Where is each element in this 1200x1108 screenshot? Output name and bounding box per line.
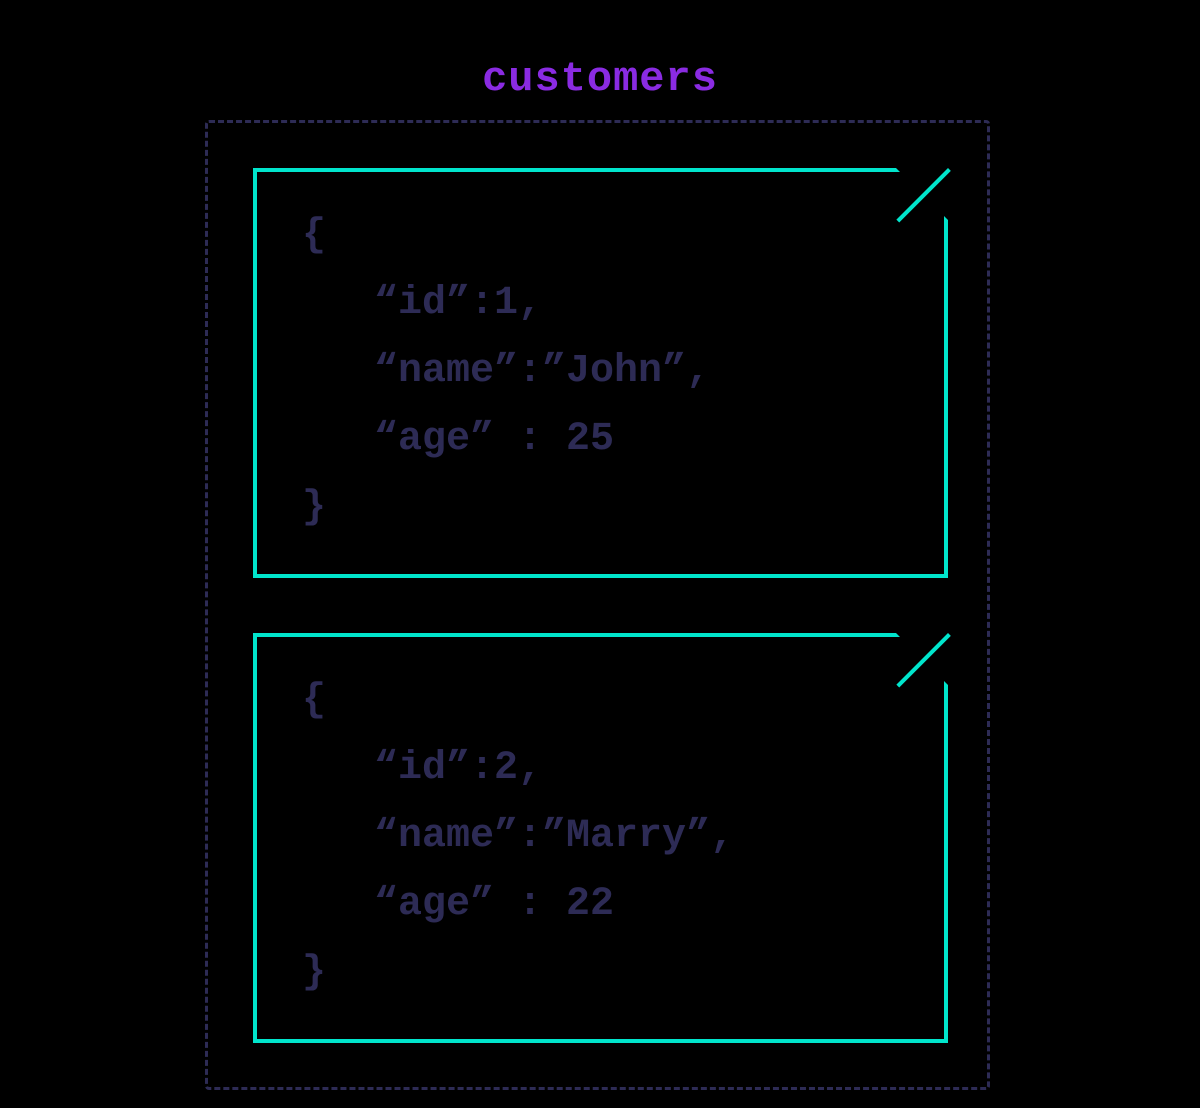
code-line: { bbox=[302, 202, 904, 270]
collection-title: customers bbox=[0, 55, 1200, 103]
code-line: “id”:1, bbox=[302, 270, 904, 338]
collection-container: { “id”:1, “name”:”John”, “age” : 25 } { … bbox=[205, 120, 990, 1090]
code-line: { bbox=[302, 667, 904, 735]
code-line: “id”:2, bbox=[302, 735, 904, 803]
code-line: “name”:”John”, bbox=[302, 338, 904, 406]
corner-cut-icon bbox=[896, 168, 948, 220]
code-line: “age” : 22 bbox=[302, 871, 904, 939]
document-card: { “id”:1, “name”:”John”, “age” : 25 } bbox=[253, 168, 948, 578]
document-card: { “id”:2, “name”:”Marry”, “age” : 22 } bbox=[253, 633, 948, 1043]
code-line: } bbox=[302, 474, 904, 542]
code-line: } bbox=[302, 939, 904, 1007]
code-line: “age” : 25 bbox=[302, 406, 904, 474]
corner-cut-icon bbox=[896, 633, 948, 685]
code-line: “name”:”Marry”, bbox=[302, 803, 904, 871]
